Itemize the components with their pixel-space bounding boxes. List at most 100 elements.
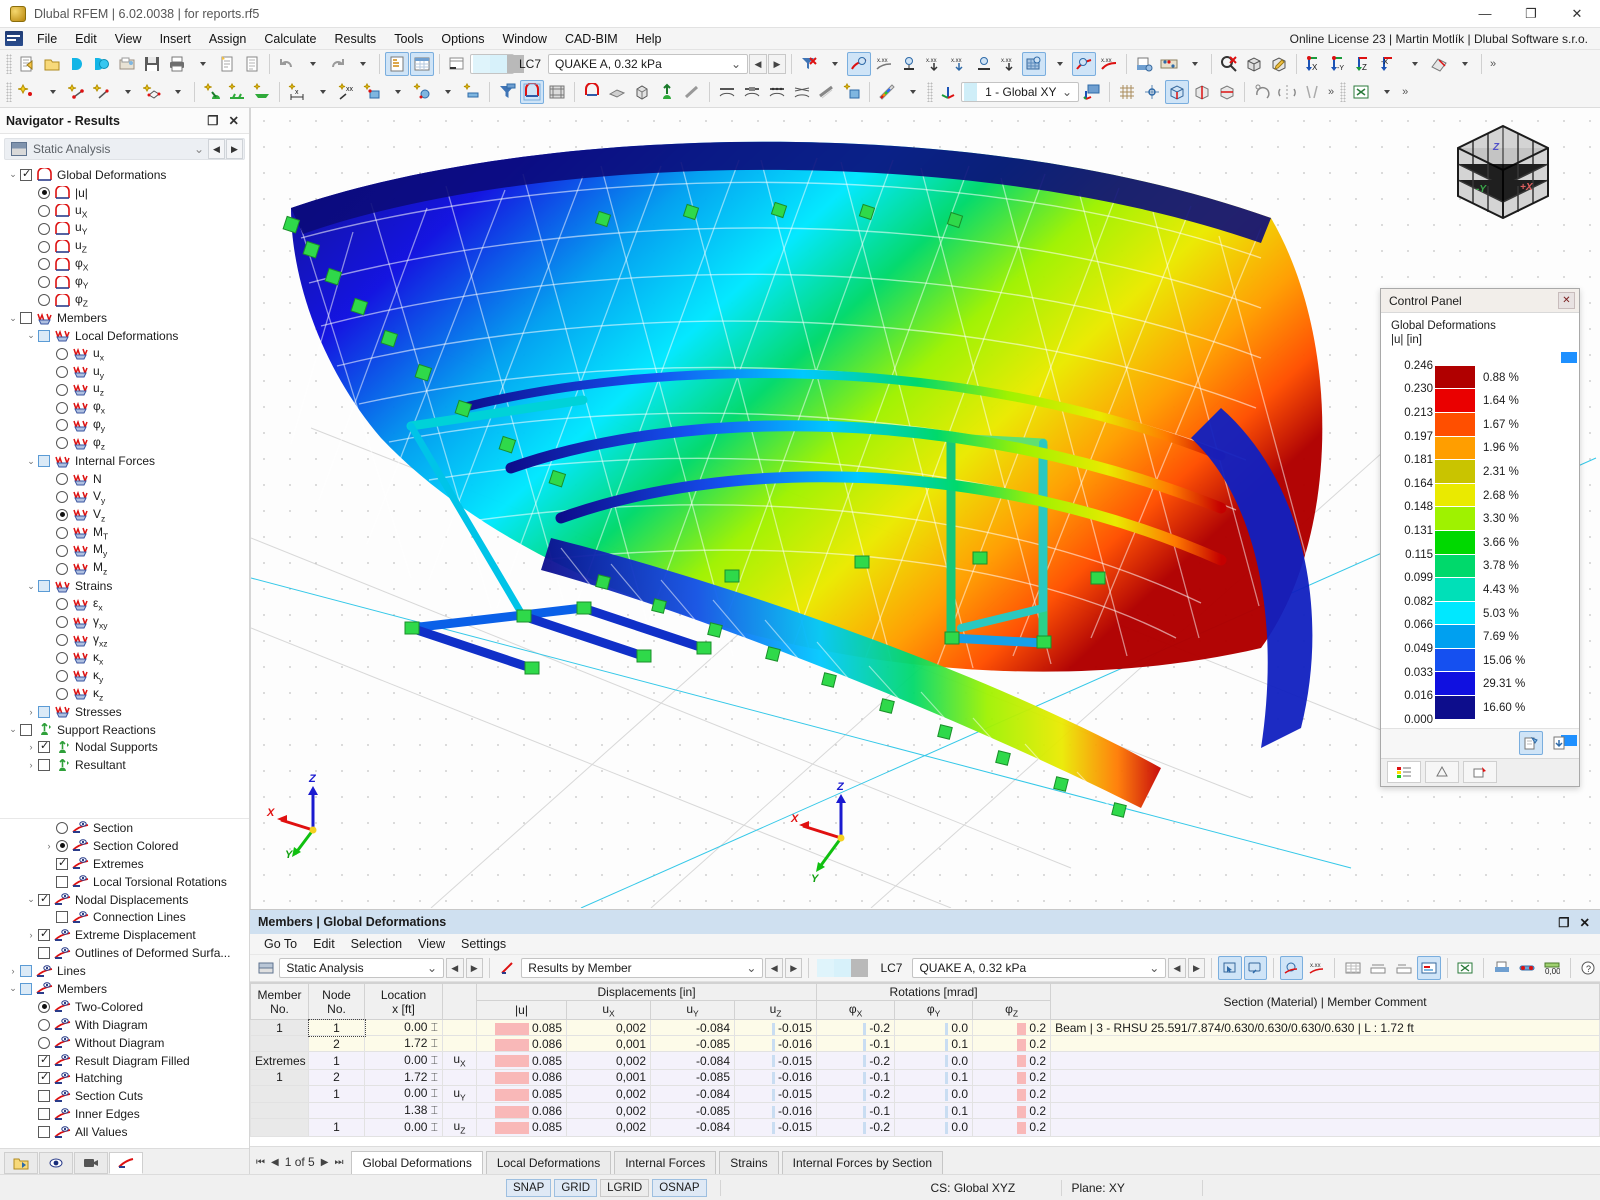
tree-radio[interactable] <box>56 688 68 700</box>
tree-checkbox-checked[interactable] <box>20 169 32 181</box>
tree-radio-selected[interactable] <box>56 509 68 521</box>
mirror-plane-icon[interactable] <box>1300 80 1324 104</box>
table-row[interactable]: 121.72 ⌶ 0.0860,001-0.085 -0.016 -0.1 0.… <box>251 1069 1600 1085</box>
show-deformations-icon[interactable] <box>520 80 544 104</box>
legend-color-band[interactable] <box>1435 555 1475 579</box>
cell-u[interactable]: 0.086 <box>477 1103 567 1119</box>
cell-ux[interactable]: 0,002 <box>567 1020 651 1036</box>
tree-item-internal-forces[interactable]: ⌄Internal Forces <box>0 452 249 470</box>
tree-item-[interactable]: κx <box>0 649 249 667</box>
table-load-case-prev[interactable]: ◀ <box>1168 958 1186 978</box>
menu-item-cad-bim[interactable]: CAD-BIM <box>556 29 627 49</box>
table-help-button[interactable]: ? <box>1577 956 1600 980</box>
tree-item-all-values[interactable]: All Values <box>0 1123 249 1141</box>
tree-item-hatching[interactable]: Hatching <box>0 1069 249 1087</box>
legend-color-band[interactable] <box>1435 602 1475 626</box>
table-tab-internal-forces-by-section[interactable]: Internal Forces by Section <box>782 1151 943 1174</box>
filter-objects-icon[interactable] <box>495 80 519 104</box>
tab-results-navigator[interactable] <box>109 1152 143 1174</box>
calculation-dropdown[interactable] <box>1182 52 1206 76</box>
tree-checkbox-partial[interactable] <box>38 330 50 342</box>
table-menu-view[interactable]: View <box>410 935 453 953</box>
pager-next-button[interactable]: ▶ <box>321 1157 329 1168</box>
extreme-values-icon[interactable]: x.xx <box>947 52 971 76</box>
undo-dropdown[interactable] <box>300 52 324 76</box>
table-menu-settings[interactable]: Settings <box>453 935 514 953</box>
surface-dropdown[interactable] <box>165 80 189 104</box>
tree-radio[interactable] <box>56 545 68 557</box>
menu-item-view[interactable]: View <box>106 29 151 49</box>
legend-color-band[interactable] <box>1435 625 1475 649</box>
cell-node[interactable]: 1 <box>309 1085 365 1102</box>
tree-item-m[interactable]: Mz <box>0 560 249 578</box>
dimension-x-icon[interactable]: x <box>285 80 309 104</box>
tree-item-extreme-displacement[interactable]: ›Extreme Displacement <box>0 926 249 944</box>
cell-location[interactable]: 0.00 ⌶ <box>365 1020 443 1036</box>
support-reactions-icon[interactable] <box>655 80 679 104</box>
member-load-dropdown[interactable] <box>435 80 459 104</box>
legend-settings-button[interactable] <box>1519 731 1543 755</box>
cell-phiz[interactable]: 0.2 <box>973 1036 1051 1052</box>
values-down-icon[interactable]: x.xx <box>997 52 1021 76</box>
tree-item-[interactable]: κz <box>0 685 249 703</box>
tree-radio[interactable] <box>56 366 68 378</box>
tree-radio[interactable] <box>38 241 50 253</box>
result-diagram-4-icon[interactable] <box>790 80 814 104</box>
snap-icon[interactable] <box>1140 80 1164 104</box>
legend-color-band[interactable] <box>1435 460 1475 484</box>
table-row[interactable]: 10.00 ⌶uZ 0.0850,002-0.084 -0.015 -0.2 0… <box>251 1119 1600 1136</box>
tree-checkbox[interactable] <box>56 911 68 923</box>
table-tab-local-deformations[interactable]: Local Deformations <box>486 1151 611 1174</box>
cell-location[interactable]: 0.00 ⌶ <box>365 1085 443 1102</box>
tree-radio[interactable] <box>56 402 68 414</box>
chevron-down-icon[interactable]: ⌄ <box>190 142 208 156</box>
result-diagram-button[interactable] <box>1280 956 1303 980</box>
tree-item-u[interactable]: uX <box>0 202 249 220</box>
printout-report-button[interactable] <box>215 52 239 76</box>
legend-color-band[interactable] <box>1435 389 1475 413</box>
deformation-curve-alt-icon[interactable]: x.xx <box>1097 52 1121 76</box>
legend-color-band[interactable] <box>1435 484 1475 508</box>
color-legend[interactable]: 0.2460.2300.2130.1970.1810.1640.1480.131… <box>1381 356 1579 720</box>
tree-radio-selected[interactable] <box>38 187 50 199</box>
toolbar-grip[interactable] <box>1340 82 1346 102</box>
cell-section[interactable] <box>1051 1103 1600 1119</box>
cell-section[interactable] <box>1051 1069 1600 1085</box>
new-member-icon[interactable] <box>90 80 114 104</box>
zoom-all-cube-icon[interactable] <box>1242 52 1266 76</box>
legend-color-band[interactable] <box>1435 366 1475 390</box>
tree-radio-selected[interactable] <box>56 840 68 852</box>
document-button[interactable] <box>240 52 264 76</box>
menu-item-file[interactable]: File <box>28 29 66 49</box>
cp-tab-factors[interactable] <box>1425 761 1459 783</box>
table-undock-button[interactable]: ❐ <box>1558 915 1569 930</box>
cell-uz[interactable]: -0.016 <box>735 1069 817 1085</box>
result-new-section-icon[interactable] <box>840 80 864 104</box>
tree-checkbox[interactable] <box>38 947 50 959</box>
chevron-down-icon[interactable]: ⌄ <box>740 961 762 975</box>
tree-expander[interactable]: › <box>24 760 38 770</box>
result-diagram-3-icon[interactable] <box>765 80 789 104</box>
rfem-module-button[interactable] <box>65 52 89 76</box>
tree-radio[interactable] <box>56 384 68 396</box>
tree-item-global-deformations[interactable]: ⌄Global Deformations <box>0 166 249 184</box>
status-grid-toggle[interactable]: GRID <box>554 1179 597 1197</box>
table-row[interactable]: 110.00 ⌶ 0.0850,002-0.084 -0.015 -0.2 0.… <box>251 1020 1600 1036</box>
values-at-nodes-icon[interactable]: x.xx <box>922 52 946 76</box>
mirror-icon[interactable] <box>1275 80 1299 104</box>
color-scale-dropdown[interactable] <box>900 80 924 104</box>
tree-item-u[interactable]: uY <box>0 220 249 238</box>
view-cube-widget[interactable]: Z -Y +X <box>1448 118 1558 228</box>
surface-results-icon[interactable] <box>605 80 629 104</box>
tree-checkbox[interactable] <box>38 1090 50 1102</box>
tree-expander[interactable]: ⌄ <box>24 894 38 905</box>
perspective-dropdown[interactable] <box>1452 52 1476 76</box>
open-model-button[interactable] <box>40 52 64 76</box>
tree-radio[interactable] <box>56 437 68 449</box>
workplane-yz-icon[interactable] <box>1190 80 1214 104</box>
status-snap-toggle[interactable]: SNAP <box>506 1179 551 1197</box>
tree-item-[interactable]: φx <box>0 399 249 417</box>
tree-item-m[interactable]: MT <box>0 524 249 542</box>
table-load-case-next[interactable]: ▶ <box>1188 958 1206 978</box>
close-button[interactable]: ✕ <box>1554 0 1600 28</box>
